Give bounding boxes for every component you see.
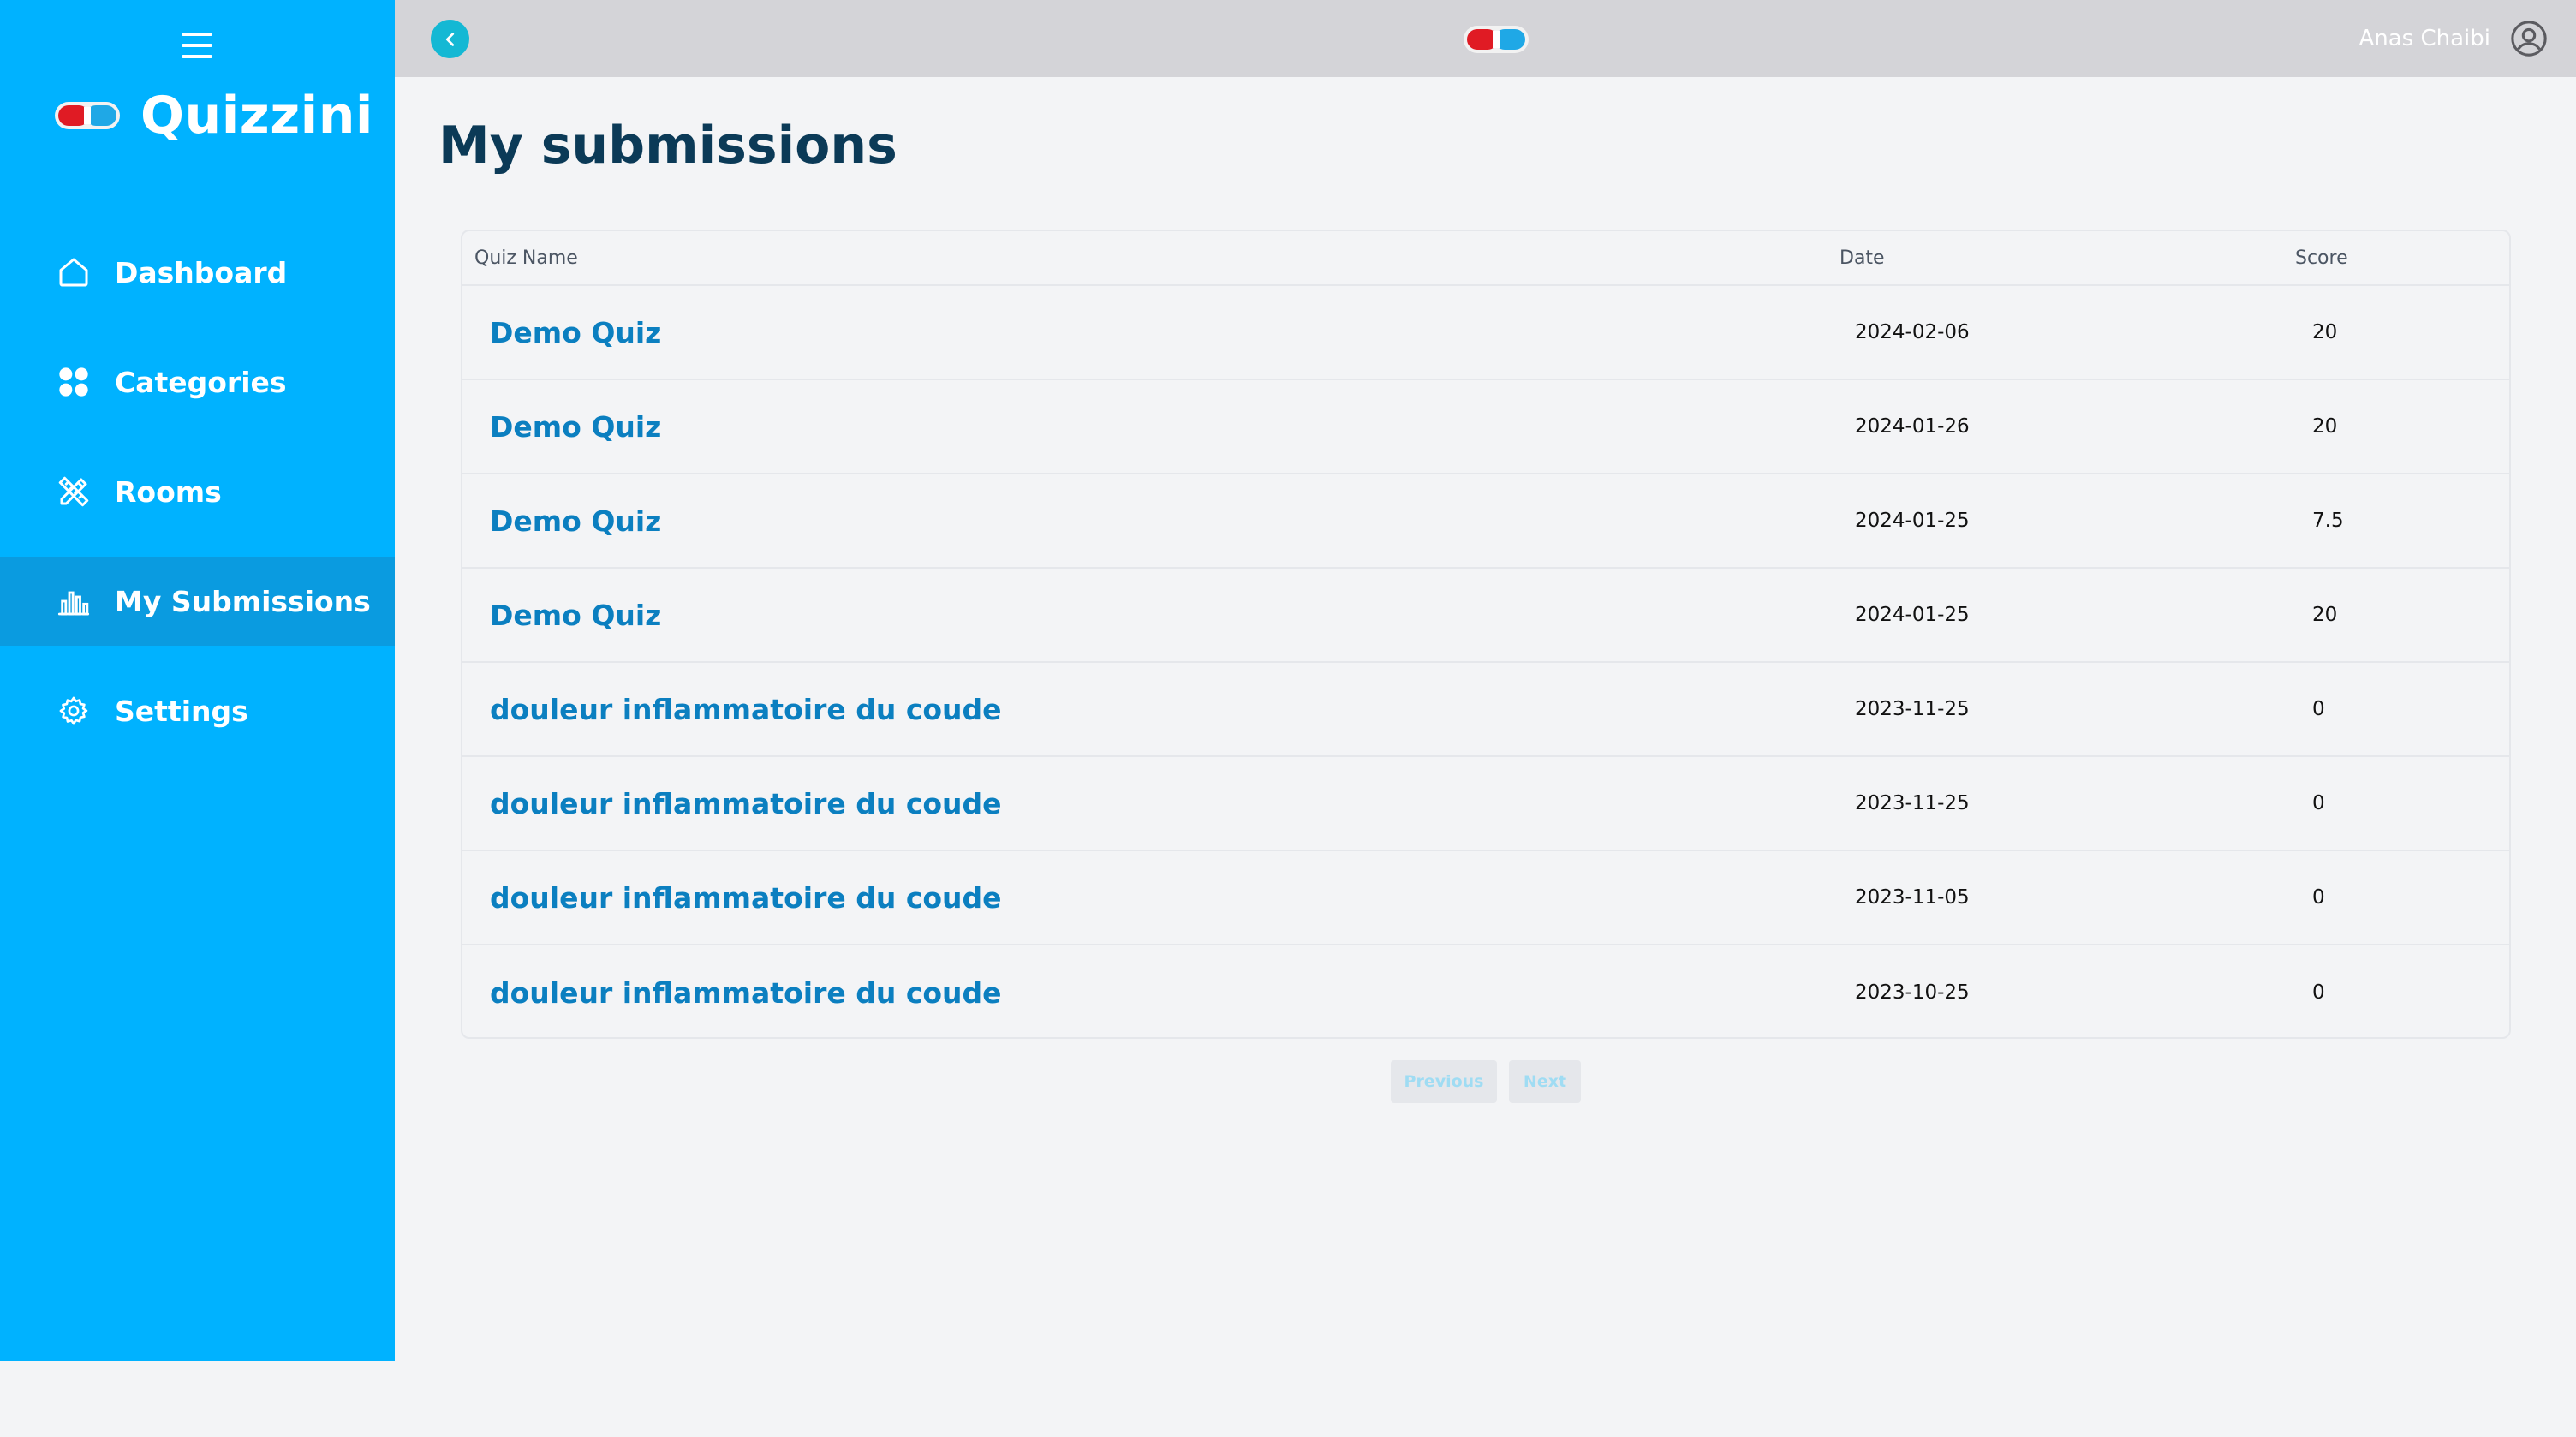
- sidebar: Quizzini Dashboard Categories Rooms My S…: [0, 0, 395, 1361]
- user-avatar-icon[interactable]: [2509, 19, 2549, 58]
- quiz-name-link[interactable]: douleur inflammatoire du coude: [490, 693, 1002, 726]
- submission-score: 0: [2312, 698, 2325, 720]
- user-name: Anas Chaibi: [2358, 26, 2490, 51]
- user-menu[interactable]: Anas Chaibi: [2358, 19, 2549, 58]
- submission-score: 0: [2312, 792, 2325, 814]
- quiz-name-link[interactable]: Demo Quiz: [490, 316, 661, 349]
- sidebar-item-label: Dashboard: [115, 255, 288, 289]
- pill-logo-icon: [55, 102, 120, 129]
- table-row: douleur inflammatoire du coude 2023-11-0…: [462, 851, 2509, 945]
- previous-page-button[interactable]: Previous: [1391, 1060, 1497, 1103]
- submission-score: 20: [2312, 415, 2338, 438]
- column-header-quiz-name: Quiz Name: [474, 247, 578, 269]
- next-page-button[interactable]: Next: [1509, 1060, 1581, 1103]
- table-row: Demo Quiz 2024-01-25 20: [462, 569, 2509, 663]
- table-header: Quiz Name Date Score: [462, 231, 2509, 286]
- table-row: douleur inflammatoire du coude 2023-11-2…: [462, 757, 2509, 851]
- submission-date: 2024-01-25: [1855, 604, 1970, 626]
- sidebar-item-my-submissions[interactable]: My Submissions: [0, 557, 395, 646]
- submission-score: 0: [2312, 981, 2325, 1004]
- sidebar-item-categories[interactable]: Categories: [0, 337, 395, 426]
- brand[interactable]: Quizzini: [53, 86, 373, 146]
- brand-name: Quizzini: [140, 86, 373, 146]
- sidebar-nav: Dashboard Categories Rooms My Submission…: [0, 228, 395, 776]
- pill-logo-icon[interactable]: [1462, 22, 1530, 57]
- menu-toggle-icon[interactable]: [182, 33, 212, 58]
- submissions-table: Quiz Name Date Score Demo Quiz 2024-02-0…: [461, 230, 2511, 1039]
- gear-icon: [55, 692, 92, 730]
- sidebar-item-dashboard[interactable]: Dashboard: [0, 228, 395, 317]
- submission-date: 2024-02-06: [1855, 321, 1970, 343]
- table-row: Demo Quiz 2024-02-06 20: [462, 286, 2509, 380]
- submission-date: 2023-10-25: [1855, 981, 1970, 1004]
- sidebar-item-rooms[interactable]: Rooms: [0, 447, 395, 536]
- sidebar-item-settings[interactable]: Settings: [0, 666, 395, 755]
- table-row: Demo Quiz 2024-01-25 7.5: [462, 474, 2509, 569]
- submission-date: 2024-01-25: [1855, 510, 1970, 532]
- chevron-left-icon: [445, 32, 454, 46]
- submission-date: 2023-11-25: [1855, 698, 1970, 720]
- bar-chart-icon: [55, 582, 92, 620]
- submission-date: 2024-01-26: [1855, 415, 1970, 438]
- table-row: douleur inflammatoire du coude 2023-11-2…: [462, 663, 2509, 757]
- table-row: Demo Quiz 2024-01-26 20: [462, 380, 2509, 474]
- column-header-score: Score: [2295, 247, 2348, 269]
- sidebar-item-label: Settings: [115, 694, 248, 728]
- back-button[interactable]: [431, 20, 469, 58]
- quiz-name-link[interactable]: Demo Quiz: [490, 410, 661, 444]
- quiz-name-link[interactable]: douleur inflammatoire du coude: [490, 787, 1002, 820]
- quiz-name-link[interactable]: douleur inflammatoire du coude: [490, 881, 1002, 915]
- submission-score: 20: [2312, 604, 2338, 626]
- sidebar-item-label: Categories: [115, 365, 287, 399]
- quiz-name-link[interactable]: Demo Quiz: [490, 599, 661, 632]
- top-bar: Anas Chaibi: [395, 0, 2576, 77]
- submission-score: 7.5: [2312, 510, 2344, 532]
- table-row: douleur inflammatoire du coude 2023-10-2…: [462, 945, 2509, 1037]
- column-header-date: Date: [1840, 247, 1885, 269]
- submission-score: 0: [2312, 886, 2325, 909]
- page-title: My submissions: [438, 116, 897, 176]
- submission-score: 20: [2312, 321, 2338, 343]
- sidebar-item-label: My Submissions: [115, 584, 371, 618]
- quiz-name-link[interactable]: Demo Quiz: [490, 504, 661, 538]
- submission-date: 2023-11-25: [1855, 792, 1970, 814]
- sidebar-item-label: Rooms: [115, 474, 222, 509]
- pagination: Previous Next: [1391, 1060, 1593, 1103]
- quiz-name-link[interactable]: douleur inflammatoire du coude: [490, 976, 1002, 1010]
- ruler-pencil-icon: [55, 473, 92, 510]
- submission-date: 2023-11-05: [1855, 886, 1970, 909]
- grid-icon: [55, 363, 92, 401]
- home-icon: [55, 253, 92, 291]
